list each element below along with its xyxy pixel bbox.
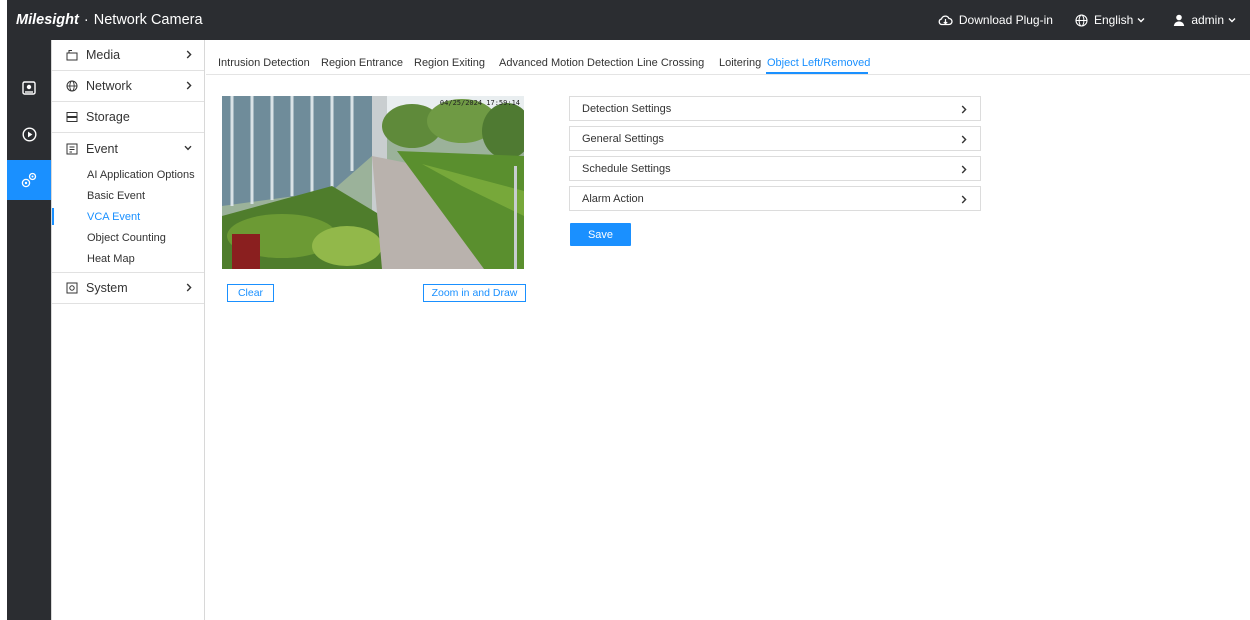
vca-tabs: Intrusion Detection Region Entrance Regi… <box>206 44 1250 75</box>
sidebar-subitem-basic-event[interactable]: Basic Event <box>52 185 204 206</box>
sidebar-item-label: Media <box>86 48 121 62</box>
sidebar-subitem-ai-application-options[interactable]: AI Application Options <box>52 164 204 185</box>
settings-icon <box>21 172 37 188</box>
sidebar-item-network[interactable]: Network <box>52 71 204 102</box>
download-plugin-icon <box>938 14 953 25</box>
live-view-icon <box>22 81 36 95</box>
network-icon <box>66 80 78 92</box>
page-left-edge <box>0 0 7 620</box>
sidebar-item-label: Network <box>86 79 132 93</box>
tab-line-crossing[interactable]: Line Crossing <box>637 57 704 69</box>
camera-scene-image <box>222 96 524 269</box>
section-schedule-settings[interactable]: Schedule Settings <box>569 156 981 181</box>
top-bar: Milesight · Network Camera Download Plug… <box>7 0 1250 40</box>
section-label: Detection Settings <box>582 102 672 115</box>
settings-button[interactable] <box>7 160 51 200</box>
sidebar-item-label: Event <box>86 141 118 156</box>
system-icon <box>66 282 78 294</box>
playback-button[interactable] <box>7 118 51 150</box>
sidebar-subitem-object-counting[interactable]: Object Counting <box>52 227 204 248</box>
clear-button[interactable]: Clear <box>227 284 274 302</box>
language-select[interactable]: English <box>1075 13 1151 27</box>
section-detection-settings[interactable]: Detection Settings <box>569 96 981 121</box>
preview-timestamp: 04/25/2024 17:59:14 <box>439 99 520 107</box>
download-plugin-link[interactable]: Download Plug-in <box>938 13 1053 27</box>
language-label: English <box>1093 13 1134 27</box>
storage-icon <box>66 112 78 122</box>
chevron-right-icon <box>186 50 192 59</box>
tab-loitering[interactable]: Loitering <box>719 57 761 69</box>
section-label: Alarm Action <box>582 192 644 205</box>
sidebar: Media Network Storage Event AI Applicati… <box>51 40 205 620</box>
sidebar-item-system[interactable]: System <box>52 273 204 304</box>
chevron-right-icon <box>961 105 967 114</box>
event-icon <box>66 143 78 154</box>
chevron-right-icon <box>961 165 967 174</box>
sidebar-subitem-vca-event[interactable]: VCA Event <box>52 206 204 227</box>
tab-intrusion-detection[interactable]: Intrusion Detection <box>218 57 310 69</box>
sidebar-item-media[interactable]: Media <box>52 40 204 71</box>
section-label: General Settings <box>582 132 664 145</box>
tab-region-exiting[interactable]: Region Exiting <box>414 57 485 69</box>
user-label: admin <box>1191 13 1224 27</box>
tab-region-entrance[interactable]: Region Entrance <box>321 57 403 69</box>
chevron-right-icon <box>186 283 192 292</box>
download-plugin-label: Download Plug-in <box>958 13 1053 27</box>
sidebar-item-label: Storage <box>86 110 130 124</box>
active-tab-indicator <box>766 72 868 74</box>
chevron-right-icon <box>961 195 967 204</box>
sidebar-item-event[interactable]: Event <box>52 133 204 164</box>
chevron-down-icon <box>1137 18 1145 23</box>
zoom-in-and-draw-button[interactable]: Zoom in and Draw <box>423 284 526 302</box>
media-icon <box>66 50 78 61</box>
save-button[interactable]: Save <box>570 223 631 246</box>
user-icon <box>1174 14 1185 26</box>
brand-product: Network Camera <box>93 12 203 28</box>
section-general-settings[interactable]: General Settings <box>569 126 981 151</box>
live-view-button[interactable] <box>7 72 51 104</box>
icon-nav-bar <box>7 40 51 620</box>
sidebar-item-storage[interactable]: Storage <box>52 102 204 133</box>
chevron-right-icon <box>186 81 192 90</box>
chevron-right-icon <box>961 135 967 144</box>
sidebar-group-event: Event AI Application Options Basic Event… <box>52 133 204 273</box>
section-alarm-action[interactable]: Alarm Action <box>569 186 981 211</box>
globe-icon <box>1075 13 1088 27</box>
section-label: Schedule Settings <box>582 162 671 175</box>
brand: Milesight · Network Camera <box>16 12 203 28</box>
playback-icon <box>21 126 37 142</box>
chevron-down-icon <box>1228 18 1236 23</box>
chevron-down-icon <box>184 145 192 151</box>
tab-object-left-removed[interactable]: Object Left/Removed <box>767 57 870 69</box>
camera-preview[interactable]: 04/25/2024 17:59:14 <box>222 96 524 269</box>
sidebar-item-label: System <box>86 281 128 295</box>
tab-advanced-motion-detection[interactable]: Advanced Motion Detection <box>499 57 634 69</box>
brand-logo: Milesight <box>16 12 79 28</box>
user-menu[interactable]: admin <box>1173 13 1242 27</box>
sidebar-subitem-heat-map[interactable]: Heat Map <box>52 248 204 269</box>
